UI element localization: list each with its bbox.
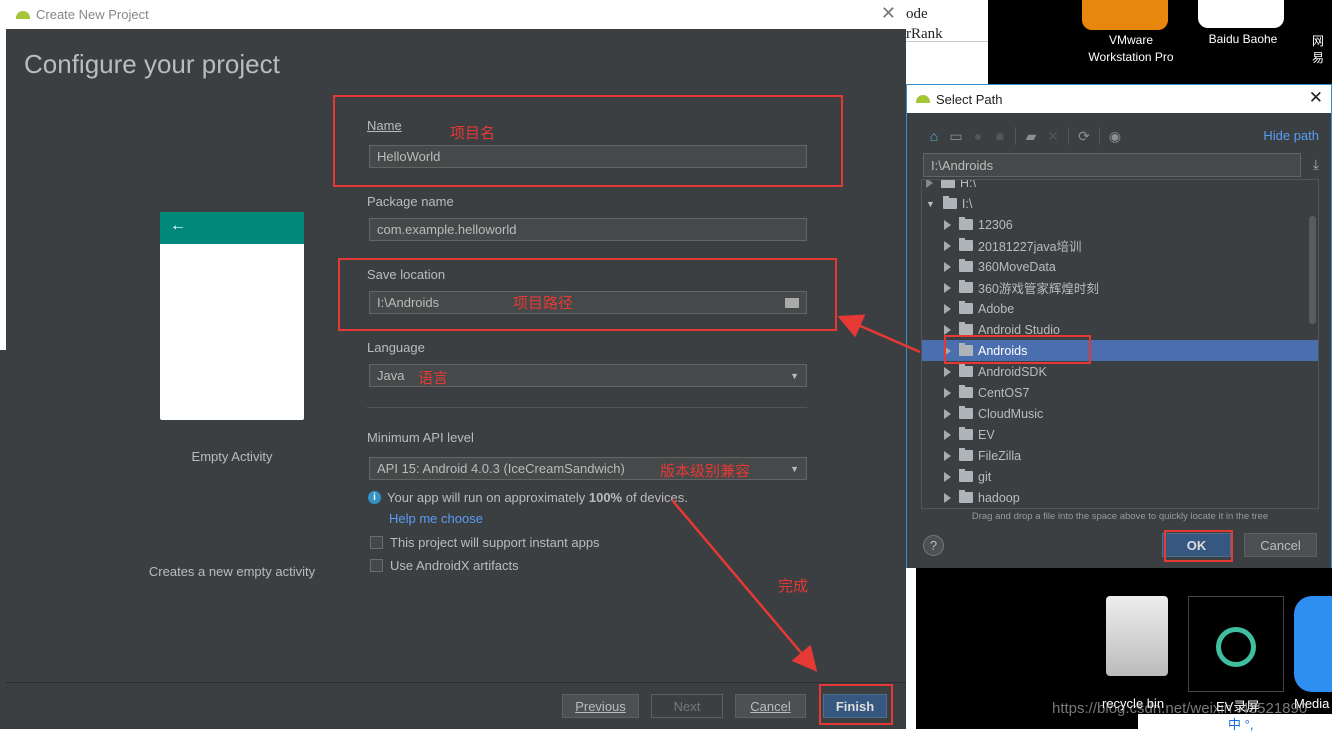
arrow-to-location	[837, 314, 921, 354]
annotation-arrows	[671, 314, 921, 672]
arrow-to-finish	[671, 499, 818, 672]
